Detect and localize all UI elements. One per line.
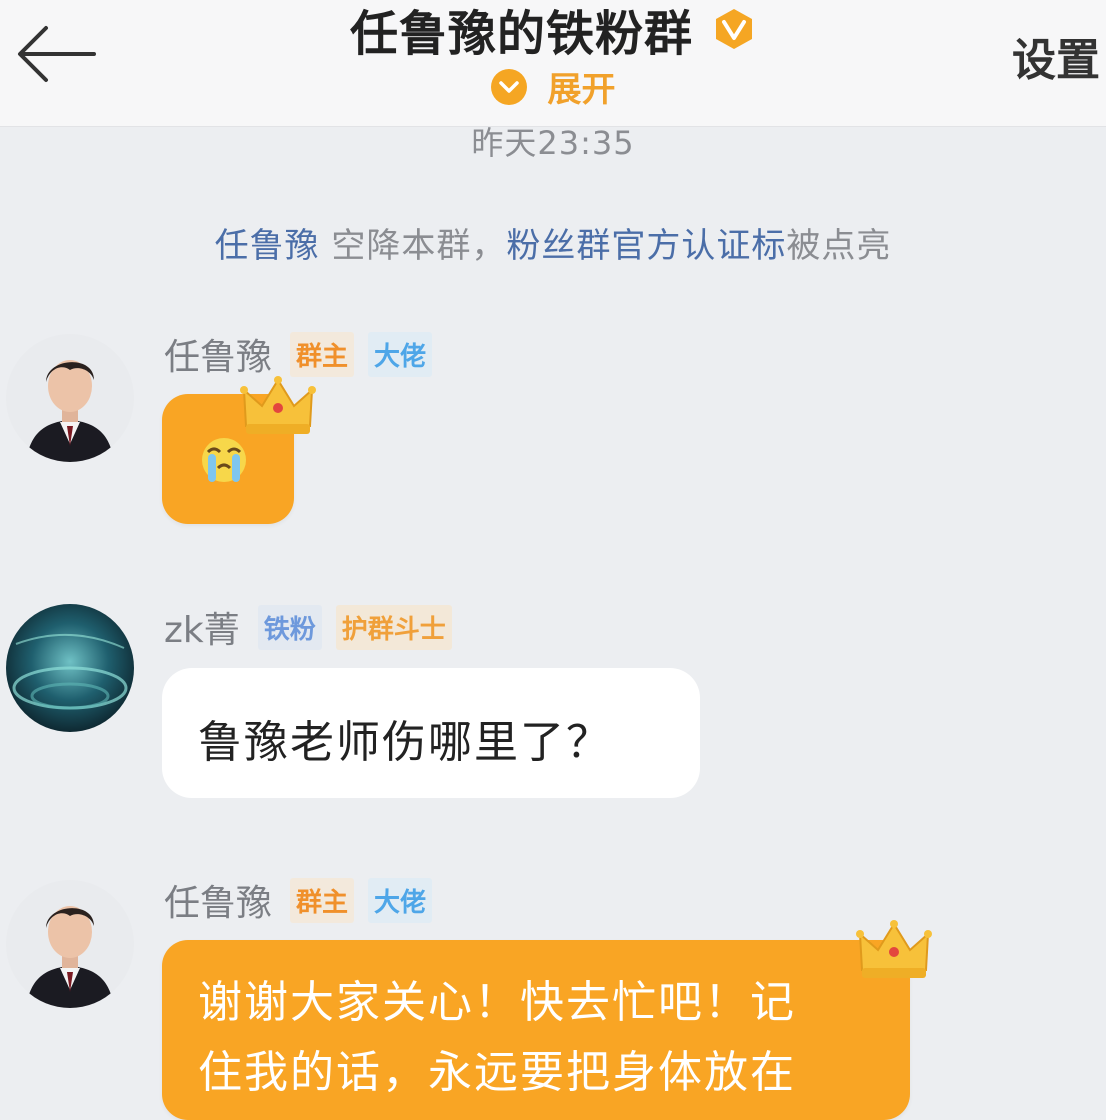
sender-name[interactable]: zk菁 [164, 601, 240, 653]
message-timestamp: 昨天23:35 [471, 124, 635, 162]
group-title: 任鲁豫的铁粉群 [349, 6, 693, 62]
message-item: zk菁 铁粉 护群斗士 鲁豫老师伤哪里了？ [0, 600, 1106, 810]
avatar[interactable] [6, 334, 134, 462]
message-line: 住我的话，永远要把身体放在 [198, 1047, 796, 1098]
sender-name[interactable]: 任鲁豫 [164, 874, 272, 926]
notice-tail-text: 被点亮 [786, 226, 892, 266]
crown-icon [240, 376, 316, 442]
message-item: 任鲁豫 群主 大佬 [0, 330, 1106, 550]
title-row: 任鲁豫的铁粉群 [0, 0, 1106, 64]
message-item: 任鲁豫 群主 大佬 谢谢大家关心！快去忙吧！记 住我的话，永远要把身体放在 [0, 876, 1106, 1120]
tag-group-guardian: 护群斗士 [335, 604, 452, 650]
system-notice: 任鲁豫 空降本群，粉丝群官方认证标被点亮 [0, 218, 1106, 267]
text-bubble[interactable]: 鲁豫老师伤哪里了？ [162, 668, 700, 798]
notice-user-link[interactable]: 任鲁豫 [215, 226, 320, 266]
text-bubble[interactable]: 谢谢大家关心！快去忙吧！记 住我的话，永远要把身体放在 [162, 940, 910, 1120]
message-line: 谢谢大家关心！快去忙吧！记 [198, 977, 796, 1028]
sender-row: 任鲁豫 群主 大佬 [164, 876, 446, 924]
chevron-down-circle-icon [490, 68, 528, 106]
verified-v-icon [712, 7, 756, 51]
message-text: 谢谢大家关心！快去忙吧！记 住我的话，永远要把身体放在 [198, 968, 796, 1108]
tag-owner: 群主 [290, 331, 355, 377]
settings-button[interactable]: 设置 [1012, 24, 1100, 88]
avatar[interactable] [6, 880, 134, 1008]
crown-icon [856, 920, 932, 986]
notice-badge-link[interactable]: 粉丝群官方认证标 [506, 226, 786, 266]
sender-row: zk菁 铁粉 护群斗士 [164, 603, 466, 651]
avatar[interactable] [6, 604, 134, 732]
notice-middle-text: 空降本群， [319, 226, 507, 266]
sender-row: 任鲁豫 群主 大佬 [164, 330, 446, 378]
chat-header: 任鲁豫的铁粉群 展开 设置 [0, 0, 1106, 127]
tag-boss: 大佬 [368, 877, 433, 923]
expand-label: 展开 [547, 70, 616, 110]
tag-iron-fan: 铁粉 [257, 604, 322, 650]
tag-owner: 群主 [290, 877, 355, 923]
tag-boss: 大佬 [368, 331, 433, 377]
sender-name[interactable]: 任鲁豫 [164, 328, 272, 380]
expand-button[interactable]: 展开 [0, 62, 1106, 112]
message-text: 鲁豫老师伤哪里了？ [198, 717, 612, 768]
